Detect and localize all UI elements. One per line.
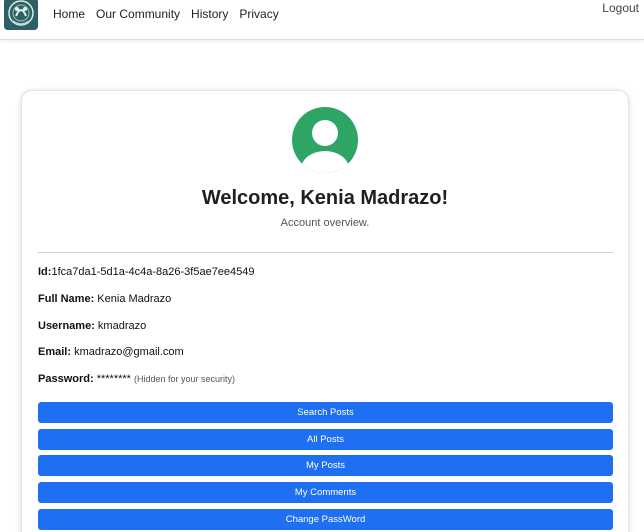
username-value: kmadrazo (97, 320, 147, 332)
nav-link-our-community[interactable]: Our Community (96, 7, 180, 21)
full-name-row: Full Name: Kenia Madrazo (38, 293, 171, 305)
username-row: Username: kmadrazo (38, 320, 146, 332)
id-row: Id:1fca7da1-5d1a-4c4a-8a26-3f5ae7ee4549 (38, 266, 255, 278)
email-value: kmadrazo@gmail.com (74, 346, 184, 358)
nav-links: Home Our Community History Privacy (53, 7, 279, 21)
password-row: Password: ******** (Hidden for your secu… (38, 373, 235, 385)
id-value: 1fca7da1-5d1a-4c4a-8a26-3f5ae7ee4549 (51, 266, 255, 278)
change-password-button[interactable]: Change PassWord (38, 509, 613, 530)
logout-link[interactable]: Logout (602, 1, 639, 15)
nav-link-privacy[interactable]: Privacy (239, 7, 278, 21)
id-label: Id: (38, 266, 52, 278)
nav-link-history[interactable]: History (191, 7, 228, 21)
email-label: Email: (38, 346, 72, 358)
nav-link-home[interactable]: Home (53, 7, 85, 21)
username-label: Username: (38, 320, 95, 332)
user-avatar-icon (292, 107, 358, 173)
search-posts-button[interactable]: Search Posts (38, 402, 613, 423)
community-logo-icon[interactable] (4, 0, 38, 30)
password-value: ******** (96, 373, 131, 385)
divider (38, 252, 613, 253)
account-subtitle: Account overview. (280, 217, 370, 229)
profile-card: Welcome, Kenia Madrazo! Account overview… (21, 90, 629, 532)
my-comments-button[interactable]: My Comments (38, 482, 613, 503)
top-navbar: Home Our Community History Privacy Logou… (0, 0, 644, 40)
full-name-value: Kenia Madrazo (97, 293, 172, 305)
my-posts-button[interactable]: My Posts (38, 455, 613, 476)
welcome-heading: Welcome, Kenia Madrazo! (201, 187, 449, 209)
password-hint: (Hidden for your security) (134, 374, 236, 384)
email-row: Email: kmadrazo@gmail.com (38, 346, 184, 358)
password-label: Password: (38, 373, 94, 385)
all-posts-button[interactable]: All Posts (38, 429, 613, 450)
full-name-label: Full Name: (38, 293, 95, 305)
